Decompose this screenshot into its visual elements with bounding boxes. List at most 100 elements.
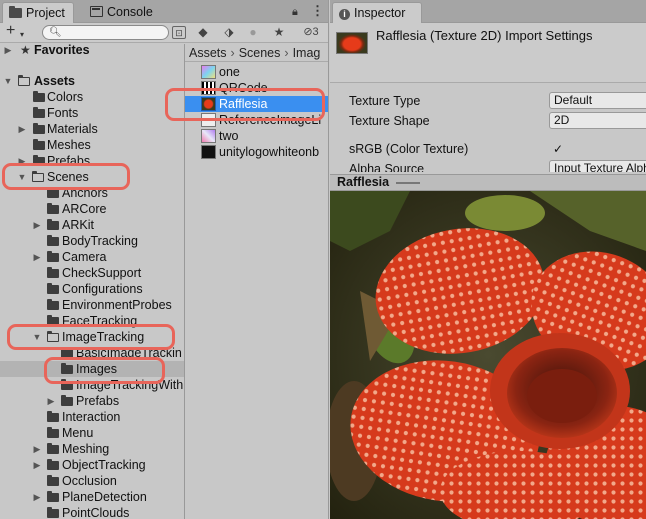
breadcrumb: Assets › Scenes › Imag [185, 44, 328, 62]
tree-item-menu[interactable]: Menu [0, 425, 184, 441]
folder-icon [33, 91, 45, 102]
file-item-qrcode[interactable]: QRCode [185, 80, 328, 96]
search-importlog-icon[interactable]: ● [246, 26, 260, 39]
search-by-label-icon[interactable]: ⬗ [222, 26, 236, 39]
prop-srgb: sRGB (Color Texture) ✓ [349, 140, 646, 158]
breadcrumb-imagetracking[interactable]: Imag [293, 46, 321, 60]
rafflesia-image [330, 191, 646, 519]
more-menu-icon[interactable]: ⋮ [311, 3, 324, 19]
tab-inspector[interactable]: i Inspector [332, 2, 422, 23]
tree-item-objecttracking[interactable]: ▶ ObjectTracking [0, 457, 184, 473]
tree-item-imagetracking-prefabs[interactable]: ▶ Prefabs [0, 393, 184, 409]
texture-thumbnail-icon [201, 65, 216, 79]
tree-item-materials[interactable]: ▶ Materials [0, 121, 184, 137]
tree-item-bodytracking[interactable]: BodyTracking [0, 233, 184, 249]
tree-item-prefabs[interactable]: ▶ Prefabs [0, 153, 184, 169]
inspector-tabbar: i Inspector [330, 0, 646, 23]
breadcrumb-scenes[interactable]: Scenes [239, 46, 281, 60]
collapse-arrow-icon[interactable]: ▶ [17, 121, 27, 137]
rafflesia-thumbnail-icon [201, 97, 216, 111]
tree-item-occlusion[interactable]: Occlusion [0, 473, 184, 489]
tree-item-label: Menu [62, 426, 94, 440]
add-dropdown-icon[interactable]: ▾ [20, 27, 24, 43]
collapse-arrow-icon[interactable]: ▶ [3, 44, 13, 58]
collapse-arrow-icon[interactable]: ▶ [32, 249, 42, 265]
breadcrumb-assets[interactable]: Assets [189, 46, 227, 60]
file-item-referenceimagelibrary[interactable]: ReferenceImageLi [185, 112, 328, 128]
folder-icon [47, 251, 59, 262]
folder-icon [33, 155, 45, 166]
tab-console[interactable]: Console [84, 2, 164, 23]
tree-item-planedetection[interactable]: ▶ PlaneDetection [0, 489, 184, 505]
texture-type-dropdown[interactable]: Default [549, 92, 646, 109]
tree-item-scenes[interactable]: ▼ Scenes [0, 169, 184, 185]
tab-project[interactable]: Project [2, 2, 74, 23]
file-item-unitylogo[interactable]: unitylogowhiteonb [185, 144, 328, 160]
tree-item-checksupport[interactable]: CheckSupport [0, 265, 184, 281]
file-item-rafflesia[interactable]: Rafflesia [185, 96, 328, 112]
file-label: one [219, 65, 240, 79]
expand-arrow-icon[interactable]: ▼ [17, 169, 27, 185]
drag-handle-icon[interactable] [396, 182, 420, 184]
tree-item-interaction[interactable]: Interaction [0, 409, 184, 425]
preview-header[interactable]: Rafflesia [330, 174, 646, 191]
tree-item-meshing[interactable]: ▶ Meshing [0, 441, 184, 457]
search-by-type-icon[interactable]: ◆ [196, 26, 210, 39]
alpha-source-dropdown[interactable]: Input Texture Alpha [549, 160, 646, 172]
tree-item-arcore[interactable]: ARCore [0, 201, 184, 217]
tree-item-anchors[interactable]: Anchors [0, 185, 184, 201]
collapse-arrow-icon[interactable]: ▶ [32, 441, 42, 457]
tree-item-imagetrackingwith[interactable]: ImageTrackingWith [0, 377, 184, 393]
tree-item-arkit[interactable]: ▶ ARKit [0, 217, 184, 233]
project-window: Project Console 🔒︎ ⋮ + ▾ 🔍︎ ⊡ ◆ ⬗ ● ★ ⊘3… [0, 0, 329, 519]
tree-item-favorites[interactable]: ▶ ★ Favorites [0, 44, 184, 58]
folder-icon [47, 267, 59, 278]
file-list: Assets › Scenes › Imag one QRCode Rafflesia … [185, 44, 328, 519]
folder-icon [47, 283, 59, 294]
tree-item-pointclouds[interactable]: PointClouds [0, 505, 184, 519]
file-item-two[interactable]: two [185, 128, 328, 144]
tree-item-colors[interactable]: Colors [0, 89, 184, 105]
prop-label: Texture Type [349, 94, 421, 108]
favorite-star-icon[interactable]: ★ [272, 26, 286, 39]
collapse-arrow-icon[interactable]: ▶ [46, 393, 56, 409]
tree-item-label: Scenes [47, 170, 89, 184]
lock-icon[interactable]: 🔒︎ [292, 4, 298, 20]
tree-item-label: PlaneDetection [62, 490, 147, 504]
tree-item-images[interactable]: Images [0, 361, 184, 377]
texture-shape-dropdown[interactable]: 2D [549, 112, 646, 129]
hidden-packages-icon[interactable]: ⊘3 [299, 26, 323, 39]
collapse-arrow-icon[interactable]: ▶ [32, 489, 42, 505]
tree-item-label: Anchors [62, 186, 108, 200]
srgb-checkbox[interactable]: ✓ [551, 142, 565, 156]
folder-icon [47, 187, 59, 198]
collapse-arrow-icon[interactable]: ▶ [32, 217, 42, 233]
tree-item-label: Configurations [62, 282, 143, 296]
tree-item-meshes[interactable]: Meshes [0, 137, 184, 153]
console-icon [90, 6, 103, 17]
tree-item-assets[interactable]: ▼ Assets [0, 73, 184, 89]
collapse-arrow-icon[interactable]: ▶ [32, 457, 42, 473]
file-label: Rafflesia [219, 97, 268, 111]
tree-item-label: PointClouds [62, 506, 130, 519]
tree-item-fonts[interactable]: Fonts [0, 105, 184, 121]
folder-icon [47, 411, 59, 422]
expand-arrow-icon[interactable]: ▼ [3, 73, 13, 89]
tree-item-camera[interactable]: ▶ Camera [0, 249, 184, 265]
search-filter-icon[interactable]: ⊡ [172, 26, 186, 39]
collapse-arrow-icon[interactable]: ▶ [17, 153, 27, 169]
tree-item-facetracking[interactable]: FaceTracking [0, 313, 184, 329]
tree-item-basicimagetracking[interactable]: BasicImageTrackin [0, 345, 184, 361]
folder-icon [47, 507, 59, 518]
file-item-one[interactable]: one [185, 64, 328, 80]
tree-item-imagetracking[interactable]: ▼ ImageTracking [0, 329, 184, 345]
tree-item-configurations[interactable]: Configurations [0, 281, 184, 297]
prop-texture-type: Texture Type Default [349, 92, 646, 110]
search-input[interactable]: 🔍︎ [42, 25, 169, 40]
tab-console-label: Console [107, 5, 153, 19]
tree-item-environmentprobes[interactable]: EnvironmentProbes [0, 297, 184, 313]
tree-item-label: Occlusion [62, 474, 117, 488]
add-icon[interactable]: + [6, 23, 15, 39]
folder-icon [47, 203, 59, 214]
expand-arrow-icon[interactable]: ▼ [32, 329, 42, 345]
